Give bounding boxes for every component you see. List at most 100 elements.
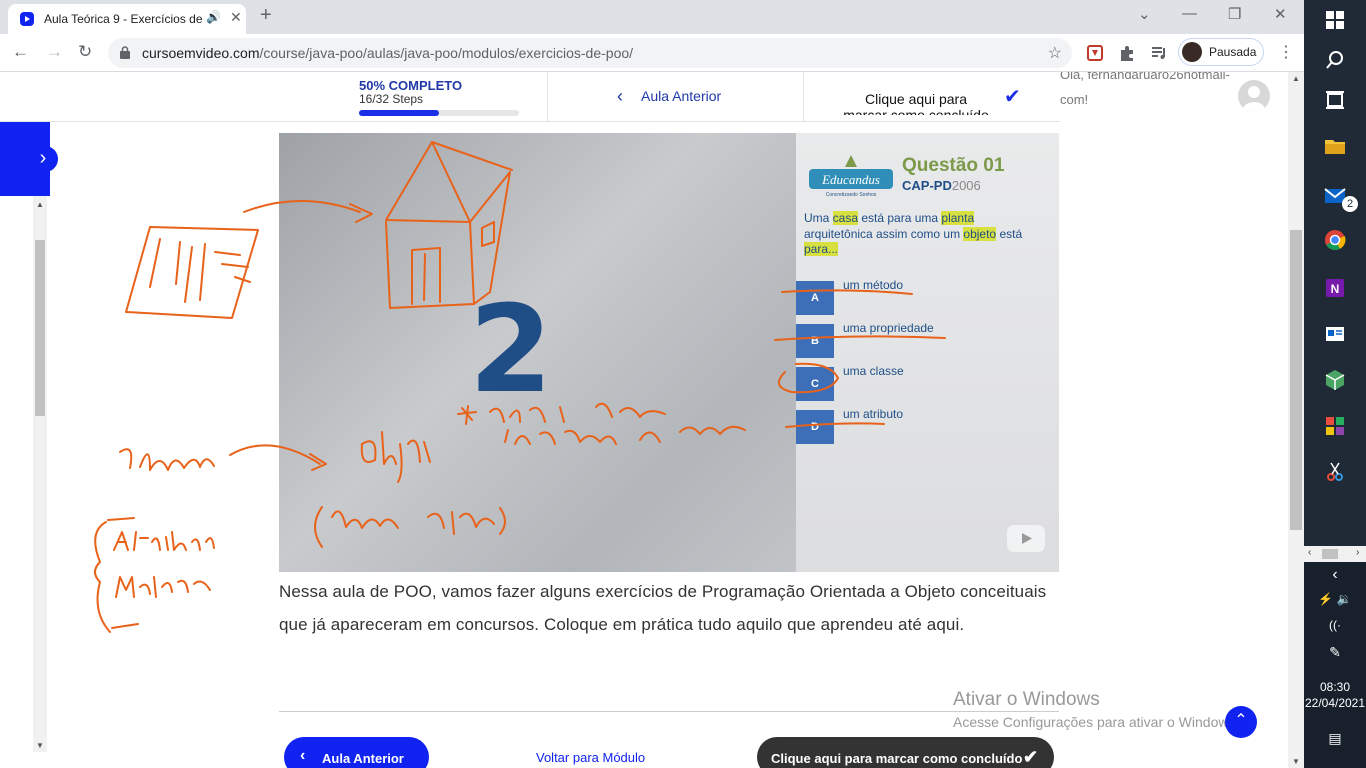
chevron-up-icon: ⌃: [1234, 712, 1248, 729]
slide-number: 2: [469, 281, 553, 420]
question-text-part: está para uma: [858, 211, 942, 225]
question-source: CAP-PD2006: [902, 178, 981, 193]
network-battery-volume-icon[interactable]: ⚡ 🔉: [1304, 592, 1366, 606]
close-window-icon[interactable]: ✕: [1274, 5, 1287, 23]
onenote-icon[interactable]: N: [1323, 276, 1347, 300]
scroll-down-icon[interactable]: ▼: [36, 741, 44, 750]
clock-time[interactable]: 08:30: [1304, 680, 1366, 694]
video-player[interactable]: 2 Educandus Concretizando Sonhos Questão…: [279, 133, 1059, 572]
clock-date[interactable]: 22/04/2021: [1304, 696, 1366, 710]
question-text-part: arquitetônica assim como um: [804, 226, 964, 241]
scroll-up-icon[interactable]: ▲: [36, 200, 44, 209]
left-scrollbar[interactable]: ▲ ▼: [33, 196, 47, 752]
scroll-right-icon[interactable]: ›: [1356, 547, 1359, 558]
page-scrollbar[interactable]: ▲ ▼: [1288, 72, 1304, 768]
extensions-puzzle-icon[interactable]: [1118, 44, 1136, 62]
youtube-favicon-icon: [20, 12, 34, 26]
progress-bar: [359, 110, 519, 116]
windows-activation-subtitle: Acesse Configurações para ativar o Windo…: [953, 714, 1240, 730]
address-bar[interactable]: cursoemvideo.com/course/java-poo/aulas/j…: [108, 38, 1072, 68]
option-label-c: uma classe: [843, 364, 904, 378]
progress-bar-fill: [359, 110, 439, 116]
page-content: 50% COMPLETO 16/32 Steps ‹ Aula Anterior…: [0, 72, 1304, 768]
question-highlight: objeto: [963, 226, 997, 241]
scroll-down-icon[interactable]: ▼: [1292, 757, 1300, 766]
wifi-icon[interactable]: ((·: [1304, 618, 1366, 632]
browser-tab[interactable]: Aula Teórica 9 - Exercícios de 🔊 ✕: [8, 4, 246, 34]
whiteboard-icon[interactable]: [1323, 322, 1347, 346]
lesson-description: Nessa aula de POO, vamos fazer alguns ex…: [279, 582, 1047, 634]
svg-text:Educandus: Educandus: [821, 172, 880, 187]
ink-blueprint-sketch: [125, 226, 259, 319]
option-label-a: um método: [843, 278, 904, 292]
question-text-part: Uma: [804, 211, 833, 225]
scroll-up-icon[interactable]: ▲: [1292, 74, 1300, 83]
audio-playing-icon[interactable]: 🔊: [206, 10, 221, 24]
top-mark-complete-label: Clique aqui para marcar como concluído: [843, 91, 989, 115]
progress-steps: 16/32 Steps: [359, 92, 424, 106]
browser-menu-icon[interactable]: ⋮: [1278, 42, 1294, 62]
windows-start-icon[interactable]: [1323, 8, 1347, 32]
prev-lesson-label: Aula Anterior: [322, 751, 404, 766]
scroll-thumb[interactable]: [35, 240, 45, 416]
horizontal-scrollbar[interactable]: ‹ ›: [1304, 546, 1366, 562]
media-control-icon[interactable]: [1150, 44, 1168, 62]
user-avatar[interactable]: [1238, 80, 1270, 112]
show-hidden-icons-icon[interactable]: ‹: [1304, 566, 1366, 584]
checkmark-icon: ✔: [1023, 747, 1039, 767]
youtube-logo-icon[interactable]: [1007, 525, 1045, 552]
browser-toolbar: ← → ↻ cursoemvideo.com/course/java-poo/a…: [0, 34, 1304, 72]
scroll-thumb[interactable]: [1290, 230, 1302, 530]
extension-shield-icon[interactable]: [1086, 44, 1104, 62]
option-label-b: uma propriedade: [843, 321, 934, 335]
chrome-icon[interactable]: [1323, 228, 1347, 252]
ink-atributos-word: [113, 531, 215, 551]
pen-icon[interactable]: ✎: [1304, 644, 1366, 661]
task-view-icon[interactable]: [1323, 88, 1347, 112]
3d-viewer-icon[interactable]: [1323, 368, 1347, 392]
tab-close-icon[interactable]: ✕: [230, 9, 242, 26]
question-highlight: planta: [941, 211, 975, 225]
sidebar-toggle-button[interactable]: ›: [28, 146, 58, 172]
chevron-left-icon: ‹: [617, 86, 623, 106]
search-icon[interactable]: [1323, 48, 1347, 72]
new-tab-button[interactable]: +: [260, 4, 272, 27]
mark-complete-label: Clique aqui para marcar como concluído: [771, 751, 1023, 766]
system-tray: ‹ ⚡ 🔉 ((· ✎ 08:30 22/04/2021 ▤: [1304, 562, 1366, 768]
restore-window-icon[interactable]: ❐: [1228, 5, 1241, 23]
user-greeting: Olá, fernandaruaro26hotmail-com!: [1060, 72, 1230, 107]
mail-badge: 2: [1342, 196, 1358, 212]
top-prev-lesson-label: Aula Anterior: [641, 88, 722, 104]
mark-complete-button[interactable]: Clique aqui para marcar como concluído ✔: [757, 737, 1054, 768]
minimize-window-icon[interactable]: —: [1182, 5, 1197, 22]
divider: [803, 72, 804, 122]
scroll-left-icon[interactable]: ‹: [1308, 547, 1311, 558]
snipping-tool-icon[interactable]: [1323, 460, 1347, 484]
file-explorer-icon[interactable]: [1323, 134, 1347, 158]
windows-activation-title: Ativar o Windows: [953, 689, 1100, 710]
tab-title: Aula Teórica 9 - Exercícios de: [44, 12, 203, 26]
option-letter-a: A: [796, 281, 834, 315]
scroll-to-top-button[interactable]: ⌃: [1225, 706, 1257, 738]
option-letter-b: B: [796, 324, 834, 358]
lock-icon: [120, 46, 130, 59]
tab-search-icon[interactable]: ⌄: [1138, 5, 1151, 23]
forward-icon[interactable]: →: [46, 42, 63, 62]
prev-lesson-button[interactable]: ‹ Aula Anterior: [284, 737, 429, 768]
notifications-icon[interactable]: ▤: [1304, 730, 1366, 747]
checkmark-icon: ✔: [1004, 86, 1021, 108]
bookmark-star-icon[interactable]: ☆: [1048, 43, 1062, 63]
url-text: cursoemvideo.com/course/java-poo/aulas/j…: [142, 45, 634, 61]
question-text: Uma casa está para uma planta arquitetôn…: [804, 211, 1039, 258]
reload-icon[interactable]: ↻: [78, 42, 92, 62]
back-icon[interactable]: ←: [12, 42, 29, 62]
profile-button[interactable]: Pausada: [1178, 38, 1264, 66]
scroll-thumb[interactable]: [1322, 549, 1338, 559]
question-text-part: está: [996, 226, 1023, 241]
question-highlight: para...: [804, 242, 839, 256]
option-letter-d: D: [796, 410, 834, 444]
office-apps-icon[interactable]: [1323, 414, 1347, 438]
chevron-right-icon: ›: [39, 147, 47, 169]
ink-classe-word: [119, 448, 215, 471]
back-to-module-link[interactable]: Voltar para Módulo: [536, 750, 645, 765]
